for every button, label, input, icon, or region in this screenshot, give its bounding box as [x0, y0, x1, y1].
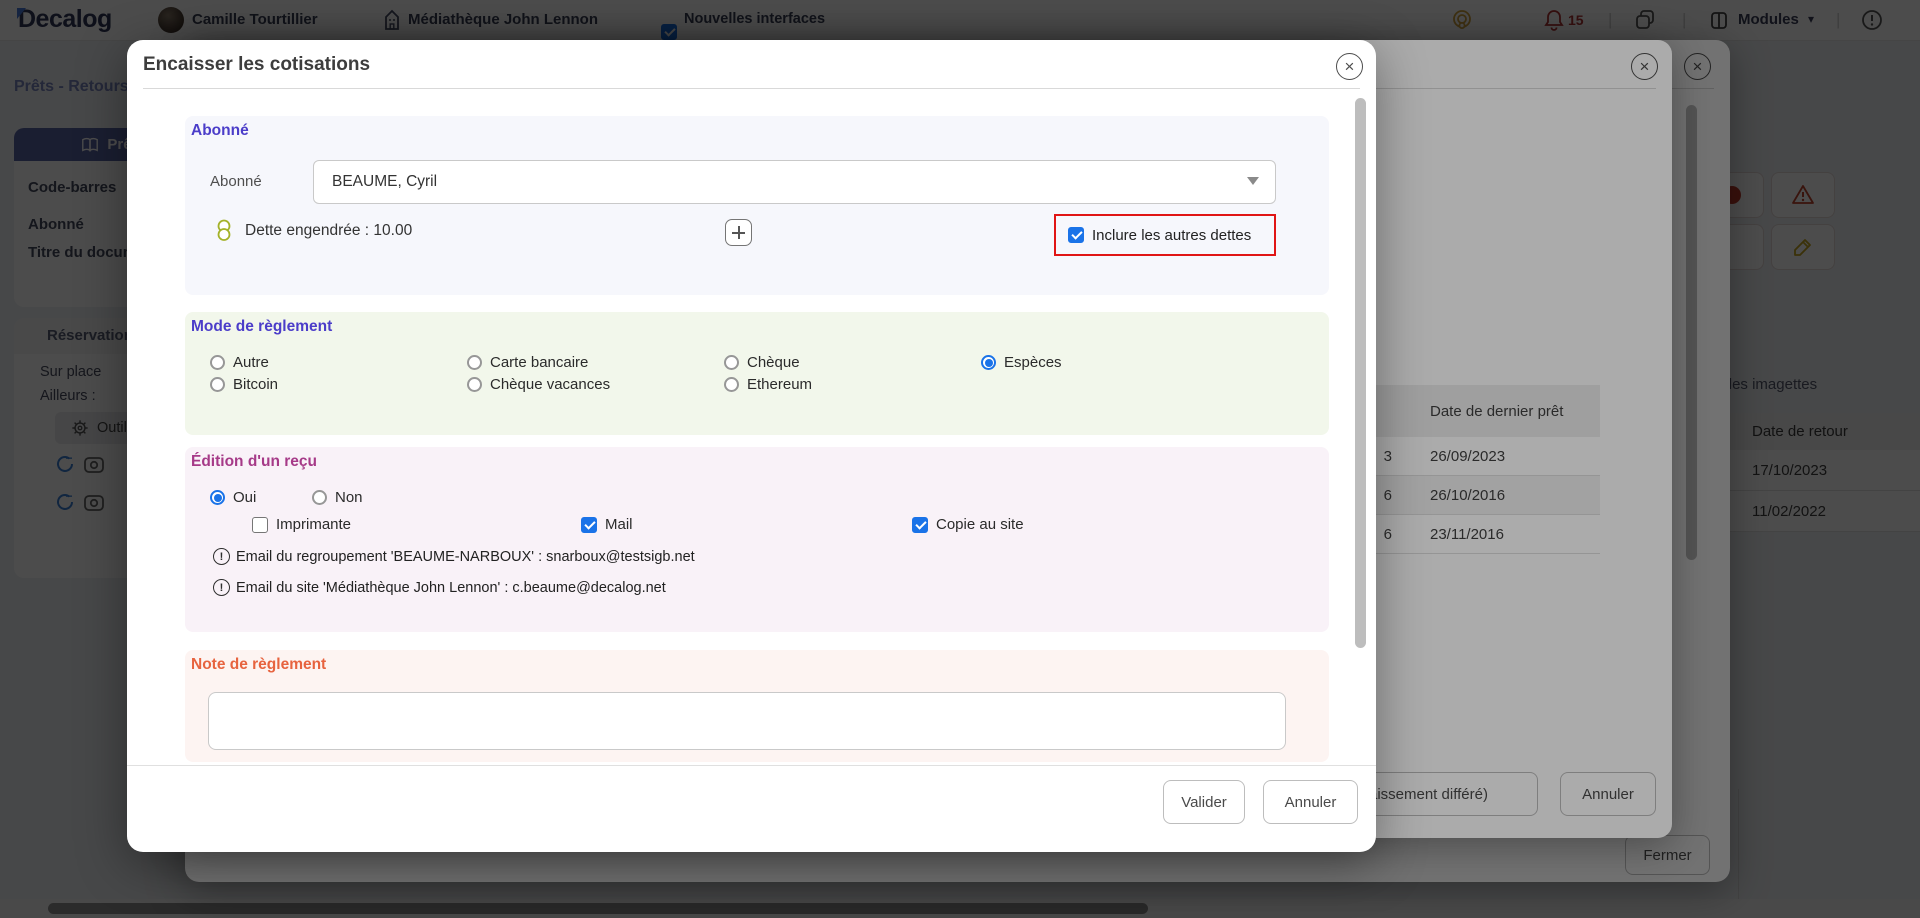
include-debts-highlight: Inclure les autres dettes — [1054, 214, 1276, 256]
coins-icon — [215, 219, 233, 243]
section-receipt-header: Édition d'un reçu — [191, 453, 317, 471]
payment-option-label: Espèces — [1004, 354, 1062, 371]
section-receipt: Édition d'un reçu Oui Non Imprimante Mai… — [185, 447, 1329, 632]
email-group-text: Email du regroupement 'BEAUME-NARBOUX' :… — [236, 549, 695, 565]
radio-icon[interactable] — [467, 355, 482, 370]
payment-option[interactable]: Ethereum — [724, 376, 981, 393]
cancel-button[interactable]: Annuler — [1263, 780, 1358, 824]
section-payment-header: Mode de règlement — [191, 318, 332, 336]
debt-text: Dette engendrée : 10.00 — [245, 222, 412, 240]
section-abonne-header: Abonné — [191, 122, 249, 140]
oui-label: Oui — [233, 489, 256, 506]
mail-option[interactable]: Mail — [581, 516, 633, 533]
payment-option-label: Autre — [233, 354, 269, 371]
payment-option-label: Carte bancaire — [490, 354, 588, 371]
email-group-line: Email du regroupement 'BEAUME-NARBOUX' :… — [213, 548, 695, 565]
close-icon[interactable] — [1336, 53, 1363, 80]
modal-title: Encaisser les cotisations — [143, 54, 370, 76]
payment-option-label: Bitcoin — [233, 376, 278, 393]
section-note: Note de règlement — [185, 650, 1329, 762]
radio-icon[interactable] — [724, 377, 739, 392]
radio-icon[interactable] — [724, 355, 739, 370]
radio-icon[interactable] — [210, 377, 225, 392]
mail-label: Mail — [605, 516, 633, 533]
radio-icon[interactable] — [210, 355, 225, 370]
divider — [143, 88, 1360, 89]
include-debts-label: Inclure les autres dettes — [1092, 227, 1251, 244]
encaisser-cotisations-modal: Encaisser les cotisations Abonné Abonné … — [127, 40, 1376, 852]
info-icon — [213, 548, 230, 565]
abonne-select[interactable] — [313, 160, 1276, 204]
info-icon — [213, 579, 230, 596]
radio-icon[interactable] — [981, 355, 996, 370]
validate-button[interactable]: Valider — [1163, 780, 1245, 824]
payment-option[interactable]: Bitcoin — [210, 376, 467, 393]
payment-option[interactable]: Chèque — [724, 354, 981, 371]
section-note-header: Note de règlement — [191, 656, 326, 674]
receipt-oui-option[interactable]: Oui — [210, 489, 256, 506]
payment-option-label: Chèque vacances — [490, 376, 610, 393]
radio-icon[interactable] — [312, 490, 327, 505]
app-screen: Decalog Camille Tourtillier Médiathèque … — [0, 0, 1920, 918]
imprimante-label: Imprimante — [276, 516, 351, 533]
copie-site-label: Copie au site — [936, 516, 1024, 533]
payment-option-label: Chèque — [747, 354, 800, 371]
debt-row: Dette engendrée : 10.00 — [215, 219, 412, 243]
vertical-scrollbar[interactable] — [1355, 98, 1366, 648]
payment-options: Autre Carte bancaire Chèque Espèces Bitc… — [210, 354, 1238, 393]
payment-option-label: Ethereum — [747, 376, 812, 393]
receipt-non-option[interactable]: Non — [312, 489, 363, 506]
section-payment: Mode de règlement Autre Carte bancaire C… — [185, 312, 1329, 435]
abonne-field-label: Abonné — [210, 173, 262, 190]
validate-label: Valider — [1181, 794, 1227, 811]
imprimante-option[interactable]: Imprimante — [252, 516, 351, 533]
mail-checkbox[interactable] — [581, 517, 597, 533]
payment-option[interactable]: Autre — [210, 354, 467, 371]
radio-icon[interactable] — [467, 377, 482, 392]
abonne-input[interactable] — [330, 161, 1234, 203]
non-label: Non — [335, 489, 363, 506]
chevron-down-icon[interactable] — [1247, 177, 1259, 185]
add-button[interactable] — [725, 219, 752, 246]
copie-site-checkbox[interactable] — [912, 517, 928, 533]
note-textarea[interactable] — [208, 692, 1286, 750]
imprimante-checkbox[interactable] — [252, 517, 268, 533]
copie-site-option[interactable]: Copie au site — [912, 516, 1024, 533]
email-site-line: Email du site 'Médiathèque John Lennon' … — [213, 579, 666, 596]
email-site-text: Email du site 'Médiathèque John Lennon' … — [236, 580, 666, 596]
payment-option[interactable]: Espèces — [981, 354, 1238, 371]
payment-option[interactable]: Chèque vacances — [467, 376, 724, 393]
include-debts-checkbox[interactable] — [1068, 227, 1084, 243]
section-abonne: Abonné Abonné Dette engendrée : 10.00 In… — [185, 116, 1329, 295]
radio-icon[interactable] — [210, 490, 225, 505]
payment-option[interactable]: Carte bancaire — [467, 354, 724, 371]
cancel-label: Annuler — [1285, 794, 1337, 811]
footer-divider — [127, 765, 1376, 766]
